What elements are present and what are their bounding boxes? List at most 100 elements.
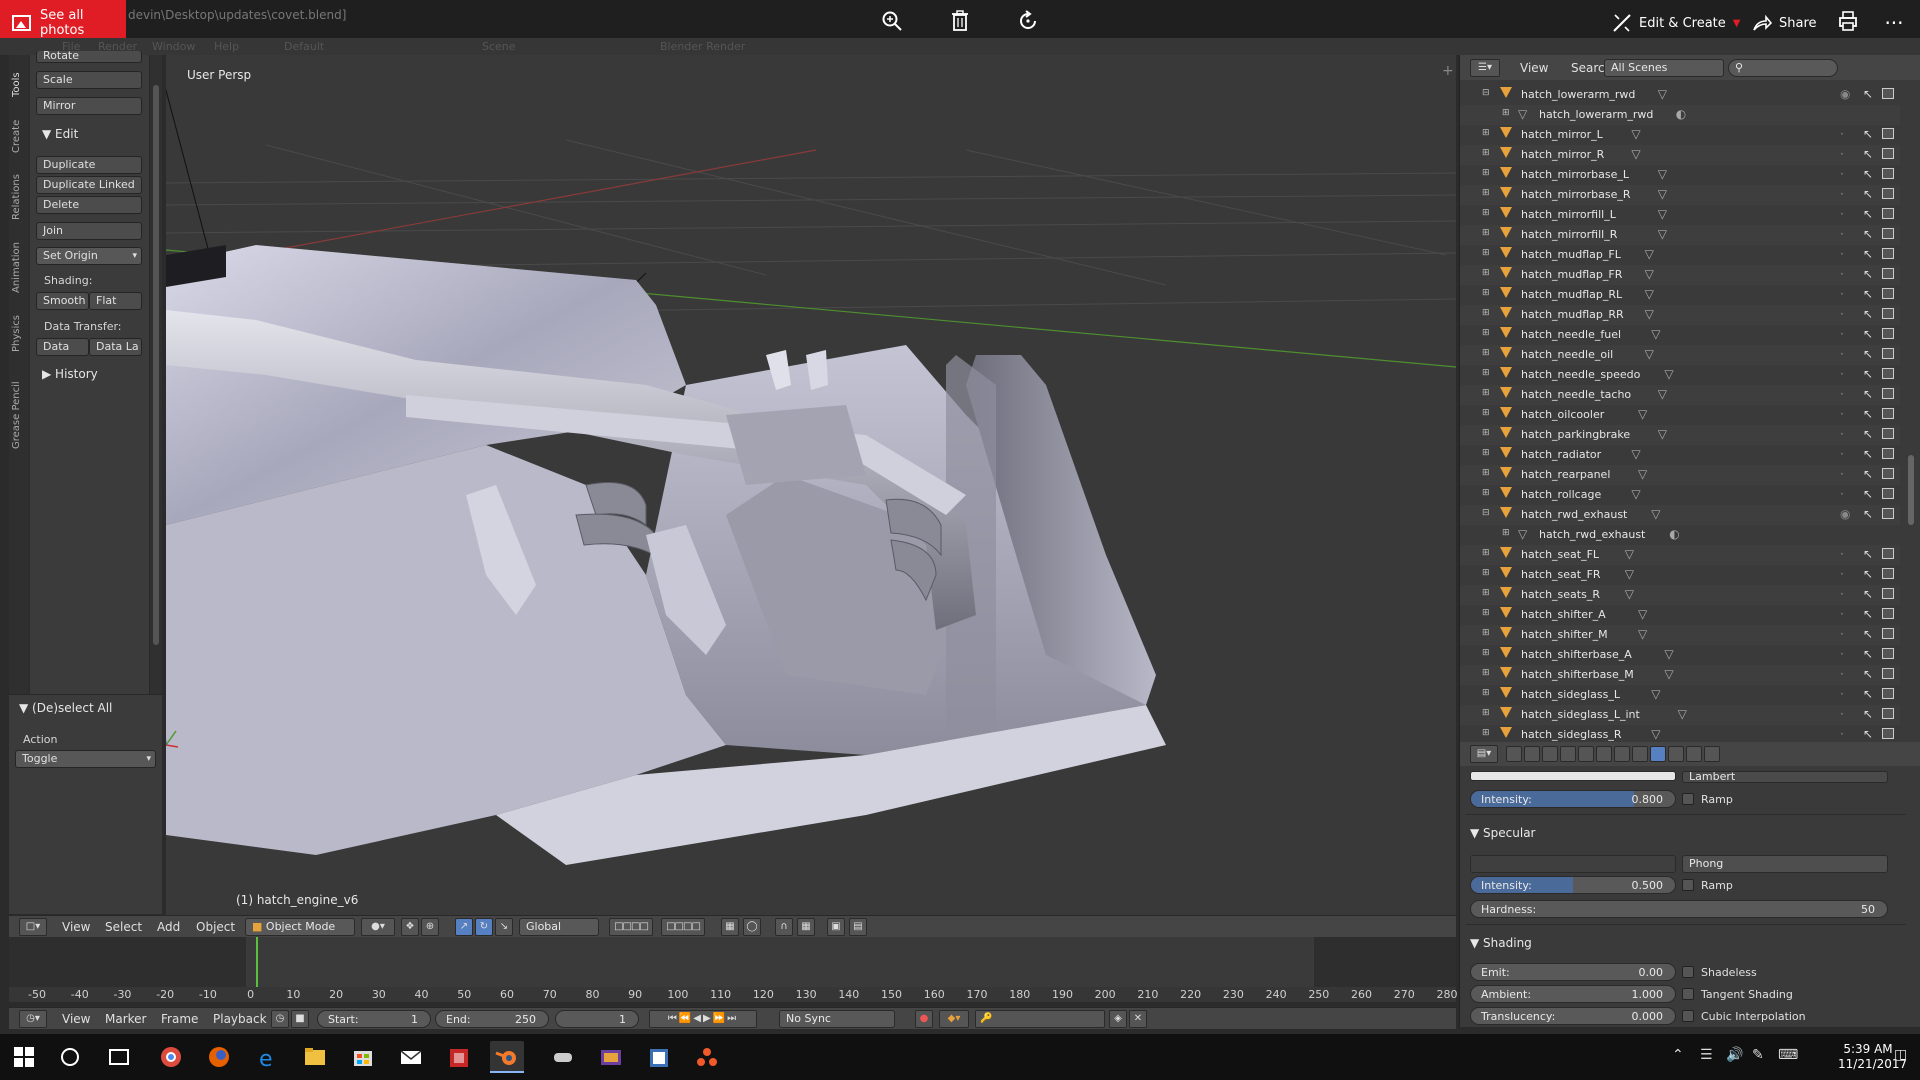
show-hidden-icons-icon[interactable]: ⌃: [1672, 1047, 1684, 1063]
outliner-row[interactable]: ⊞ hatch_seat_FL ▽ · ↖: [1460, 545, 1900, 565]
scene-tab[interactable]: [1542, 746, 1558, 762]
cubic-interpolation-checkbox[interactable]: [1682, 1010, 1694, 1022]
print-icon[interactable]: [1834, 10, 1862, 36]
hardness-field[interactable]: Hardness: 50: [1470, 900, 1888, 918]
selectability-icon[interactable]: ↖: [1863, 727, 1873, 741]
outliner-item-name[interactable]: hatch_needle_oil: [1521, 348, 1613, 361]
history-panel-header[interactable]: ▶ History: [42, 367, 98, 381]
timeline[interactable]: -50 -40 -30 -20 -10 0 10 20 30 40 50 60 70 80 90 100 110…: [9, 937, 1458, 1002]
visibility-icon[interactable]: ·: [1840, 627, 1844, 641]
renderability-icon[interactable]: [1882, 128, 1894, 139]
outliner-row[interactable]: ⊞ hatch_sideglass_R ▽ · ↖: [1460, 725, 1900, 742]
expand-icon[interactable]: ⊞: [1482, 708, 1492, 718]
photos-app-icon[interactable]: [594, 1041, 628, 1073]
visibility-icon[interactable]: ·: [1840, 287, 1844, 301]
expand-icon[interactable]: ⊞: [1482, 728, 1492, 738]
lock-icon[interactable]: ■: [291, 1010, 309, 1028]
outliner-item-name[interactable]: hatch_rwd_exhaust: [1521, 508, 1627, 521]
mesh-data-icon[interactable]: ▽: [1625, 547, 1634, 561]
renderability-icon[interactable]: [1882, 588, 1894, 599]
visibility-icon[interactable]: ·: [1840, 367, 1844, 381]
menu-add[interactable]: Add: [157, 920, 180, 934]
viewport-shading-icon[interactable]: ●▾: [361, 918, 395, 936]
outliner-row[interactable]: ⊞ hatch_mirrorfill_L ▽ · ↖: [1460, 205, 1900, 225]
specular-shader-select[interactable]: Phong: [1682, 855, 1888, 873]
outliner-row[interactable]: ⊞ hatch_shifterbase_M ▽ · ↖: [1460, 665, 1900, 685]
renderability-icon[interactable]: [1882, 328, 1894, 339]
blender-icon[interactable]: [490, 1041, 524, 1073]
outliner-item-name[interactable]: hatch_mirror_R: [1521, 148, 1604, 161]
tab-tools[interactable]: Tools: [11, 65, 27, 105]
renderability-icon[interactable]: [1882, 188, 1894, 199]
visibility-icon[interactable]: ·: [1840, 447, 1844, 461]
rotate-manipulator-icon[interactable]: ↻: [475, 918, 493, 936]
menu-object[interactable]: Object: [196, 920, 235, 934]
snap-icon[interactable]: ∩: [775, 918, 793, 936]
selectability-icon[interactable]: ↖: [1863, 187, 1873, 201]
selectability-icon[interactable]: ↖: [1863, 707, 1873, 721]
firefox-icon[interactable]: [202, 1041, 236, 1073]
expand-icon[interactable]: ⊞: [1482, 628, 1492, 638]
file-explorer-icon[interactable]: [298, 1041, 332, 1073]
world-tab[interactable]: [1560, 746, 1576, 762]
rotate-icon[interactable]: [1014, 10, 1042, 36]
paint-icon[interactable]: [642, 1041, 676, 1073]
insert-keyframe-icon[interactable]: ◈: [1109, 1010, 1127, 1028]
zoom-icon[interactable]: [878, 10, 906, 36]
visibility-icon[interactable]: ◉: [1840, 507, 1850, 521]
duplicate-linked-button[interactable]: Duplicate Linked: [36, 176, 142, 194]
visibility-icon[interactable]: ·: [1840, 307, 1844, 321]
outliner-item-name[interactable]: hatch_mirror_L: [1521, 128, 1603, 141]
renderability-icon[interactable]: [1882, 268, 1894, 279]
mesh-data-icon[interactable]: ▽: [1631, 447, 1640, 461]
mesh-data-icon[interactable]: ▽: [1638, 627, 1647, 641]
constraints-tab[interactable]: [1596, 746, 1612, 762]
texture-tab[interactable]: [1668, 746, 1684, 762]
diffuse-color-swatch[interactable]: [1470, 771, 1676, 781]
join-button[interactable]: Join: [36, 222, 142, 240]
mesh-data-icon[interactable]: ▽: [1658, 187, 1667, 201]
snap-element-icon[interactable]: ▦: [797, 918, 815, 936]
properties-editor-icon[interactable]: ▤▾: [1470, 745, 1498, 763]
outliner-item-name[interactable]: hatch_mirrorfill_R: [1521, 228, 1617, 241]
flat-button[interactable]: Flat: [89, 292, 142, 310]
renderability-icon[interactable]: [1882, 508, 1894, 519]
visibility-icon[interactable]: ·: [1840, 567, 1844, 581]
menu-playback[interactable]: Playback: [213, 1012, 267, 1026]
mesh-data-icon[interactable]: ▽: [1651, 507, 1660, 521]
emit-field[interactable]: Emit: 0.00: [1470, 963, 1676, 981]
outliner-item-name[interactable]: hatch_shifter_M: [1521, 628, 1608, 641]
selectability-icon[interactable]: ↖: [1863, 347, 1873, 361]
duplicate-button[interactable]: Duplicate: [36, 156, 142, 174]
shadeless-checkbox[interactable]: [1682, 966, 1694, 978]
screen-layout-select[interactable]: Default: [284, 40, 324, 53]
expand-icon[interactable]: ⊞: [1482, 128, 1492, 138]
outliner-row[interactable]: ⊞ hatch_mudflap_FL ▽ · ↖: [1460, 245, 1900, 265]
outliner-row[interactable]: ⊞ ▽ hatch_rwd_exhaust ◐: [1460, 525, 1900, 545]
visibility-icon[interactable]: ·: [1840, 127, 1844, 141]
expand-icon[interactable]: ⊞: [1482, 248, 1492, 258]
data-transfer-button[interactable]: Data: [36, 338, 89, 356]
menu-view[interactable]: View: [62, 920, 90, 934]
outliner-item-name[interactable]: hatch_sideglass_L_int: [1521, 708, 1640, 721]
mesh-data-icon[interactable]: ▽: [1638, 467, 1647, 481]
expand-icon[interactable]: ⊞: [1482, 548, 1492, 558]
expand-icon[interactable]: ⊞: [1502, 108, 1512, 118]
outliner-row[interactable]: ⊞ hatch_mirror_R ▽ · ↖: [1460, 145, 1900, 165]
renderability-icon[interactable]: [1882, 368, 1894, 379]
outliner-row[interactable]: ⊞ hatch_mirror_L ▽ · ↖: [1460, 125, 1900, 145]
visibility-icon[interactable]: ·: [1840, 607, 1844, 621]
scale-manipulator-icon[interactable]: ↘: [495, 918, 513, 936]
expand-icon[interactable]: ⊞: [1482, 188, 1492, 198]
renderability-icon[interactable]: [1882, 168, 1894, 179]
menu-frame[interactable]: Frame: [161, 1012, 198, 1026]
manipulator-toggle-icon[interactable]: ⊕: [421, 918, 439, 936]
outliner-row[interactable]: ⊞ hatch_sideglass_L ▽ · ↖: [1460, 685, 1900, 705]
start-frame-field[interactable]: Start: 1: [317, 1010, 431, 1028]
mesh-data-icon[interactable]: ▽: [1651, 327, 1660, 341]
visibility-icon[interactable]: ·: [1840, 667, 1844, 681]
mesh-data-icon[interactable]: ▽: [1645, 267, 1654, 281]
renderability-icon[interactable]: [1882, 388, 1894, 399]
physics-tab[interactable]: [1704, 746, 1720, 762]
mesh-data-icon[interactable]: ▽: [1664, 367, 1673, 381]
